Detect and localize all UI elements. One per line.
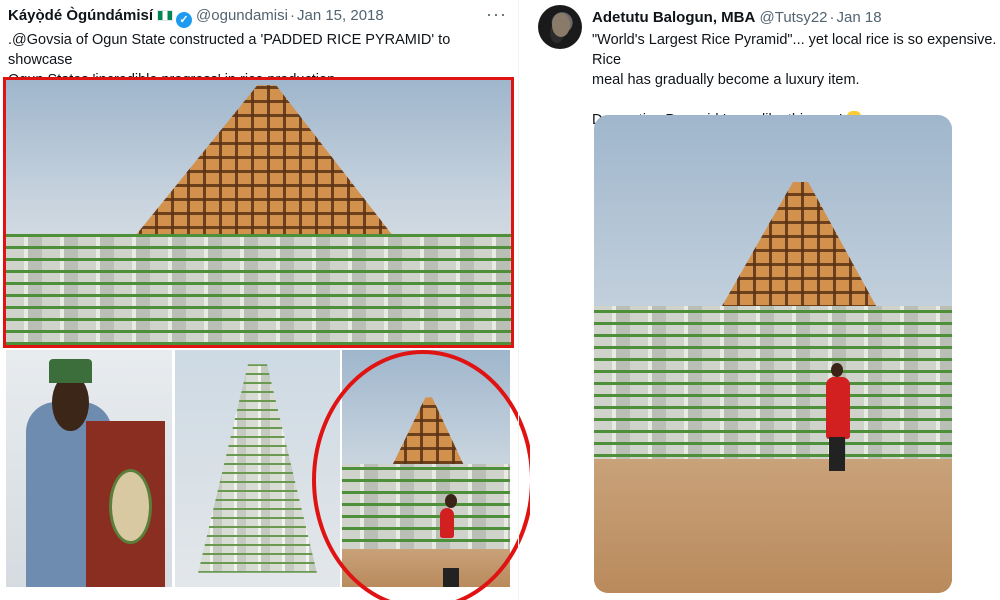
seal-icon xyxy=(108,468,153,545)
verified-badge-icon: ✓ xyxy=(176,12,193,28)
highlight-circle xyxy=(312,350,534,600)
separator-dot: · xyxy=(829,9,835,26)
author-handle[interactable]: @ogundamisi xyxy=(196,7,288,24)
author-name[interactable]: Adetutu Balogun, MBA xyxy=(592,9,755,26)
tweet-date[interactable]: Jan 18 xyxy=(837,9,882,26)
highlight-rectangle xyxy=(3,77,514,348)
tweet-header: Káyọ̀dé Ògúndámisí ✓ @ogundamisi · Jan 15, 2… xyxy=(8,6,384,28)
tweet-text-content: "World's Largest Rice Pyramid"... yet lo… xyxy=(592,32,997,128)
avatar[interactable] xyxy=(538,5,582,49)
column-divider xyxy=(518,0,519,600)
tweet-tutsy22[interactable]: Adetutu Balogun, MBA @Tutsy22 · Jan 18 "Wo… xyxy=(530,0,1000,600)
separator-dot: · xyxy=(289,7,295,24)
nigeria-flag-icon xyxy=(157,10,174,21)
tweet-date[interactable]: Jan 15, 2018 xyxy=(297,7,384,24)
tweet-header: Adetutu Balogun, MBA @Tutsy22 · Jan 18 xyxy=(592,8,882,28)
author-handle[interactable]: @Tutsy22 xyxy=(759,9,827,26)
tweet-ogundamisi[interactable]: Káyọ̀dé Ògúndámisí ✓ @ogundamisi · Jan 15, 2… xyxy=(0,0,534,600)
tweet-photo[interactable] xyxy=(594,115,952,593)
more-options-icon[interactable]: ··· xyxy=(486,4,507,25)
author-name[interactable]: Káyọ̀dé Ògúndámisí xyxy=(8,7,153,24)
tweet-photo-podium[interactable] xyxy=(6,350,172,587)
